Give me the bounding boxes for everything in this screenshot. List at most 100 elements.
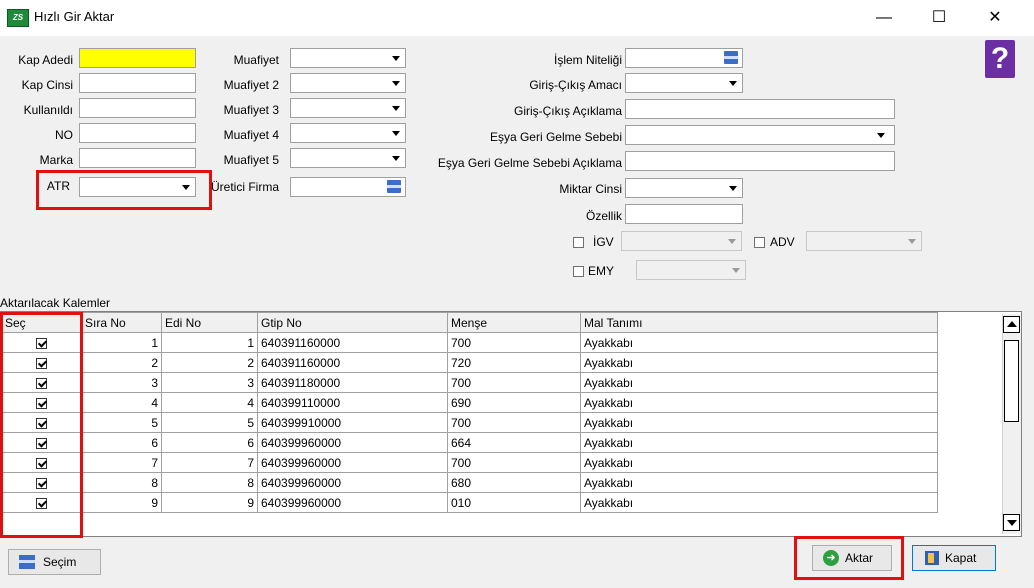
column-header-mal-tanimi[interactable]: Mal Tanımı [580,312,938,333]
column-header-gtip-no[interactable]: Gtip No [257,312,448,333]
emy-dropdown[interactable] [636,260,746,280]
mense-cell[interactable]: 700 [447,332,581,353]
lookup-icon[interactable] [387,180,401,193]
no-input[interactable] [79,123,196,143]
mense-cell[interactable]: 664 [447,432,581,453]
secim-button[interactable]: Seçim [8,549,101,575]
sira-no-cell[interactable]: 2 [81,352,162,373]
table-row[interactable]: 3 3 640391180000 700 Ayakkabı [1,372,938,393]
giris-cikis-aciklama-input[interactable] [625,99,895,119]
kullanildi-input[interactable] [79,98,196,118]
lookup-icon[interactable] [724,51,738,64]
gtip-no-cell[interactable]: 640399960000 [257,492,448,513]
sira-no-cell[interactable]: 8 [81,472,162,493]
gtip-no-cell[interactable]: 640399960000 [257,472,448,493]
gtip-no-cell[interactable]: 640391180000 [257,372,448,393]
mense-cell[interactable]: 700 [447,372,581,393]
mal-tanimi-cell[interactable]: Ayakkabı [580,372,938,393]
mense-cell[interactable]: 010 [447,492,581,513]
mal-tanimi-cell[interactable]: Ayakkabı [580,392,938,413]
edi-no-cell[interactable]: 9 [161,492,258,513]
emy-checkbox[interactable] [573,266,584,277]
scroll-up-button[interactable] [1003,316,1020,333]
kap-adedi-input[interactable] [79,48,196,68]
scroll-down-button[interactable] [1003,514,1020,531]
gtip-no-cell[interactable]: 640391160000 [257,352,448,373]
sira-no-cell[interactable]: 1 [81,332,162,353]
ozellik-input[interactable] [625,204,743,224]
esya-geri-gelme-sebebi-aciklama-input[interactable] [625,151,895,171]
igv-checkbox[interactable] [573,237,584,248]
mal-tanimi-cell[interactable]: Ayakkabı [580,452,938,473]
table-row[interactable]: 4 4 640399110000 690 Ayakkabı [1,392,938,413]
mal-tanimi-cell[interactable]: Ayakkabı [580,352,938,373]
mal-tanimi-cell[interactable]: Ayakkabı [580,432,938,453]
grid-scrollbar[interactable] [1002,314,1021,534]
table-row[interactable]: 2 2 640391160000 720 Ayakkabı [1,352,938,373]
chevron-down-icon [392,156,400,161]
gtip-no-cell[interactable]: 640391160000 [257,332,448,353]
marka-input[interactable] [79,148,196,168]
table-row[interactable]: 8 8 640399960000 680 Ayakkabı [1,472,938,493]
sira-no-cell[interactable]: 7 [81,452,162,473]
edi-no-cell[interactable]: 1 [161,332,258,353]
adv-checkbox[interactable] [754,237,765,248]
uretici-firma-input[interactable] [290,177,406,197]
table-row[interactable]: 5 5 640399910000 700 Ayakkabı [1,412,938,433]
edi-no-cell[interactable]: 8 [161,472,258,493]
edi-no-cell[interactable]: 5 [161,412,258,433]
kapat-button[interactable]: Kapat [912,545,996,571]
sira-no-cell[interactable]: 4 [81,392,162,413]
edi-no-cell[interactable]: 6 [161,432,258,453]
mal-tanimi-cell[interactable]: Ayakkabı [580,472,938,493]
maximize-button[interactable]: ☐ [916,0,962,36]
table-row[interactable]: 6 6 640399960000 664 Ayakkabı [1,432,938,453]
gtip-no-cell[interactable]: 640399110000 [257,392,448,413]
mense-cell[interactable]: 700 [447,412,581,433]
sira-no-cell[interactable]: 9 [81,492,162,513]
kap-cinsi-input[interactable] [79,73,196,93]
column-header-mense[interactable]: Menşe [447,312,581,333]
adv-dropdown[interactable] [806,231,922,251]
muafiyet3-dropdown[interactable] [290,98,406,118]
mal-tanimi-cell[interactable]: Ayakkabı [580,332,938,353]
edi-no-cell[interactable]: 3 [161,372,258,393]
muafiyet4-dropdown[interactable] [290,123,406,143]
muafiyet-dropdown[interactable] [290,48,406,68]
esya-geri-gelme-sebebi-dropdown[interactable] [625,125,895,145]
mal-tanimi-cell[interactable]: Ayakkabı [580,492,938,513]
gtip-no-cell[interactable]: 640399960000 [257,432,448,453]
column-header-sira-no[interactable]: Sıra No [81,312,162,333]
mense-cell[interactable]: 700 [447,452,581,473]
chevron-down-icon [392,56,400,61]
sira-no-cell[interactable]: 6 [81,432,162,453]
gtip-no-cell[interactable]: 640399910000 [257,412,448,433]
miktar-cinsi-label: Miktar Cinsi [559,182,622,196]
mal-tanimi-cell[interactable]: Ayakkabı [580,412,938,433]
help-icon[interactable]: ? [985,40,1015,78]
table-row[interactable]: 7 7 640399960000 700 Ayakkabı [1,452,938,473]
islem-niteligi-input[interactable] [625,48,743,68]
muafiyet2-dropdown[interactable] [290,73,406,93]
minimize-button[interactable]: — [861,0,907,36]
close-button[interactable]: ✕ [972,0,1018,36]
miktar-cinsi-dropdown[interactable] [625,178,743,198]
edi-no-cell[interactable]: 7 [161,452,258,473]
scroll-thumb[interactable] [1004,340,1019,422]
giris-cikis-amaci-dropdown[interactable] [625,73,743,93]
muafiyet5-dropdown[interactable] [290,148,406,168]
table-row[interactable]: 1 1 640391160000 700 Ayakkabı [1,332,938,353]
mense-cell[interactable]: 690 [447,392,581,413]
mense-cell[interactable]: 720 [447,352,581,373]
edi-no-cell[interactable]: 4 [161,392,258,413]
table-row[interactable]: 9 9 640399960000 010 Ayakkabı [1,492,938,513]
mense-cell[interactable]: 680 [447,472,581,493]
sira-no-cell[interactable]: 3 [81,372,162,393]
gtip-no-cell[interactable]: 640399960000 [257,452,448,473]
esya-geri-gelme-sebebi-aciklama-label: Eşya Geri Gelme Sebebi Açıklama [437,156,622,170]
edi-no-cell[interactable]: 2 [161,352,258,373]
igv-dropdown[interactable] [621,231,742,251]
sira-no-cell[interactable]: 5 [81,412,162,433]
marka-label: Marka [39,153,73,167]
column-header-edi-no[interactable]: Edi No [161,312,258,333]
